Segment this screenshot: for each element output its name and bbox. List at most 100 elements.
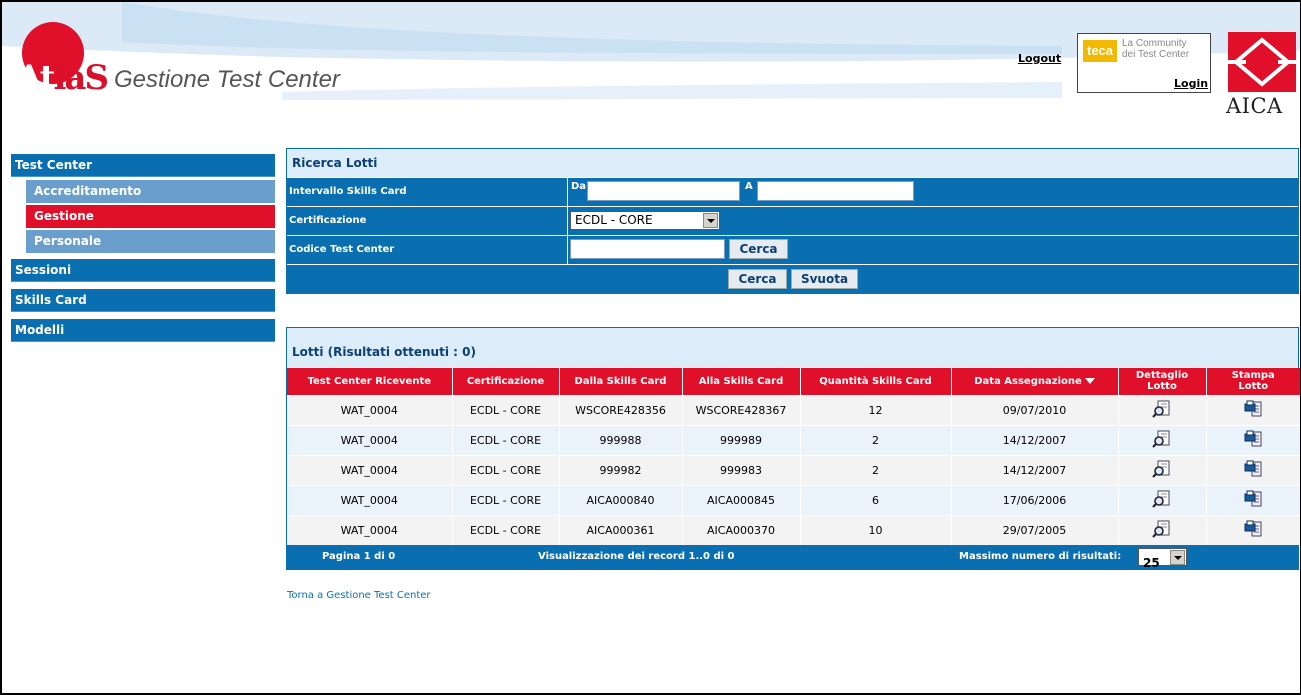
logout-link[interactable]: Logout bbox=[1018, 52, 1061, 65]
cell-quantita: 6 bbox=[799, 484, 951, 515]
cell-alla: AICA000845 bbox=[681, 484, 800, 515]
sort-desc-icon bbox=[1084, 377, 1095, 384]
col-certificazione[interactable]: Certificazione bbox=[451, 368, 559, 395]
search-panel-title: Ricerca Lotti bbox=[287, 149, 1298, 177]
col-data-assegnazione[interactable]: Data Assegnazione bbox=[950, 368, 1118, 395]
cell-quantita: 12 bbox=[799, 394, 951, 425]
print-icon[interactable] bbox=[1243, 519, 1263, 542]
sidebar-item-test-center[interactable]: Test Center bbox=[11, 154, 275, 177]
page-frame: AtlaS Gestione Test Center Logout teca L… bbox=[0, 0, 1301, 695]
cell-test-center: WAT_0004 bbox=[287, 514, 452, 545]
app-title: Gestione Test Center bbox=[114, 66, 340, 93]
print-icon[interactable] bbox=[1243, 399, 1263, 422]
chevron-down-icon[interactable] bbox=[703, 213, 718, 228]
cell-certificazione: ECDL - CORE bbox=[451, 514, 559, 545]
atlas-logo: AtlaS bbox=[16, 58, 109, 98]
search-panel: Ricerca Lotti Intervallo Skills Card Da … bbox=[286, 148, 1299, 294]
table-row: WAT_0004 ECDL - CORE AICA000361 AICA000370 1… bbox=[287, 514, 1300, 545]
cell-dalla: WSCORE428356 bbox=[558, 394, 682, 425]
test-center-code-input[interactable] bbox=[570, 239, 725, 259]
records-info: Visualizzazione dei record 1..0 di 0 bbox=[538, 551, 735, 562]
detail-magnifier-icon[interactable] bbox=[1152, 399, 1172, 422]
sidebar-item-gestione[interactable]: Gestione bbox=[11, 205, 275, 228]
cell-alla: 999989 bbox=[681, 424, 800, 455]
sidebar-item-modelli[interactable]: Modelli bbox=[11, 319, 275, 342]
print-icon[interactable] bbox=[1243, 459, 1263, 482]
cell-data: 14/12/2007 bbox=[950, 454, 1118, 485]
cell-data: 29/07/2005 bbox=[950, 514, 1118, 545]
sidebar-item-personale[interactable]: Personale bbox=[11, 230, 275, 253]
results-title: Lotti (Risultati ottenuti : 0) bbox=[287, 328, 1298, 368]
cell-dettaglio bbox=[1117, 394, 1206, 425]
search-button[interactable]: Cerca bbox=[728, 269, 787, 289]
cell-alla: 999983 bbox=[681, 454, 800, 485]
chevron-down-icon[interactable] bbox=[1170, 550, 1185, 565]
print-header-line1: Stampa bbox=[1231, 370, 1275, 382]
detail-magnifier-icon[interactable] bbox=[1152, 429, 1172, 452]
cell-dettaglio bbox=[1117, 484, 1206, 515]
table-row: WAT_0004 ECDL - CORE 999982 999983 2 14/12/20… bbox=[287, 454, 1300, 485]
cell-dettaglio bbox=[1117, 514, 1206, 545]
cell-test-center: WAT_0004 bbox=[287, 484, 452, 515]
table-header-row: Test Center Ricevente Certificazione Dal… bbox=[287, 368, 1300, 395]
col-dalla-skills-card[interactable]: Dalla Skills Card bbox=[558, 368, 682, 395]
cell-alla: WSCORE428367 bbox=[681, 394, 800, 425]
col-data-assegnazione-label: Data Assegnazione bbox=[974, 375, 1082, 387]
col-quantita[interactable]: Quantità Skills Card bbox=[799, 368, 951, 395]
detail-magnifier-icon[interactable] bbox=[1152, 519, 1172, 542]
cell-data: 17/06/2006 bbox=[950, 484, 1118, 515]
test-center-code-row: Codice Test Center Cerca bbox=[287, 235, 1298, 264]
print-header-line2: Lotto bbox=[1238, 381, 1269, 393]
print-icon[interactable] bbox=[1243, 429, 1263, 452]
skills-card-to-input[interactable] bbox=[757, 181, 914, 201]
table-row: WAT_0004 ECDL - CORE AICA000840 AICA000845 6… bbox=[287, 484, 1300, 515]
max-results-value: 25 bbox=[1143, 556, 1160, 570]
col-alla-skills-card[interactable]: Alla Skills Card bbox=[681, 368, 800, 395]
cell-quantita: 2 bbox=[799, 424, 951, 455]
sidebar-item-sessioni[interactable]: Sessioni bbox=[11, 259, 275, 282]
detail-magnifier-icon[interactable] bbox=[1152, 489, 1172, 512]
from-label: Da bbox=[571, 181, 587, 192]
certification-label: Certificazione bbox=[287, 207, 568, 235]
max-results-label: Massimo numero di risultati: bbox=[959, 551, 1122, 562]
cell-certificazione: ECDL - CORE bbox=[451, 484, 559, 515]
test-center-code-label: Codice Test Center bbox=[287, 236, 568, 264]
teca-logo: teca bbox=[1083, 40, 1117, 62]
certification-row: Certificazione ECDL - CORE bbox=[287, 206, 1298, 235]
sidebar: Test Center Accreditamento Gestione Pers… bbox=[11, 154, 275, 345]
search-actions-row: Cerca Svuota bbox=[287, 264, 1298, 293]
cell-dalla: 999982 bbox=[558, 454, 682, 485]
login-link[interactable]: Login bbox=[1174, 77, 1208, 90]
cell-certificazione: ECDL - CORE bbox=[451, 454, 559, 485]
cell-certificazione: ECDL - CORE bbox=[451, 394, 559, 425]
teca-caption: La Community dei Test Center bbox=[1122, 38, 1190, 60]
table-row: WAT_0004 ECDL - CORE WSCORE428356 WSCORE428… bbox=[287, 394, 1300, 425]
cell-stampa bbox=[1205, 514, 1300, 545]
cell-stampa bbox=[1205, 394, 1300, 425]
code-search-button[interactable]: Cerca bbox=[729, 239, 788, 259]
cell-test-center: WAT_0004 bbox=[287, 394, 452, 425]
sidebar-item-accreditamento[interactable]: Accreditamento bbox=[11, 180, 275, 203]
aica-wordmark: AICA bbox=[1226, 94, 1283, 118]
cell-test-center: WAT_0004 bbox=[287, 454, 452, 485]
interval-row: Intervallo Skills Card Da A bbox=[287, 177, 1298, 206]
sidebar-item-skills-card[interactable]: Skills Card bbox=[11, 289, 275, 312]
max-results-select[interactable]: 25 bbox=[1138, 548, 1187, 570]
results-table: Test Center Ricevente Certificazione Dal… bbox=[287, 368, 1300, 545]
cell-stampa bbox=[1205, 454, 1300, 485]
back-to-gestione-link[interactable]: Torna a Gestione Test Center bbox=[287, 590, 431, 601]
clear-button[interactable]: Svuota bbox=[791, 269, 858, 289]
cell-dettaglio bbox=[1117, 424, 1206, 455]
certification-select[interactable]: ECDL - CORE bbox=[570, 211, 720, 230]
results-panel: Lotti (Risultati ottenuti : 0) Test Cent… bbox=[286, 327, 1300, 570]
cell-dalla: AICA000361 bbox=[558, 514, 682, 545]
print-icon[interactable] bbox=[1243, 489, 1263, 512]
detail-magnifier-icon[interactable] bbox=[1152, 459, 1172, 482]
cell-quantita: 10 bbox=[799, 514, 951, 545]
cell-data: 14/12/2007 bbox=[950, 424, 1118, 455]
detail-header-line1: Dettaglio bbox=[1135, 370, 1189, 382]
skills-card-from-input[interactable] bbox=[587, 181, 740, 201]
col-test-center[interactable]: Test Center Ricevente bbox=[287, 368, 452, 395]
col-stampa-lotto: Stampa Lotto bbox=[1205, 368, 1300, 395]
detail-header-line2: Lotto bbox=[1147, 381, 1177, 393]
